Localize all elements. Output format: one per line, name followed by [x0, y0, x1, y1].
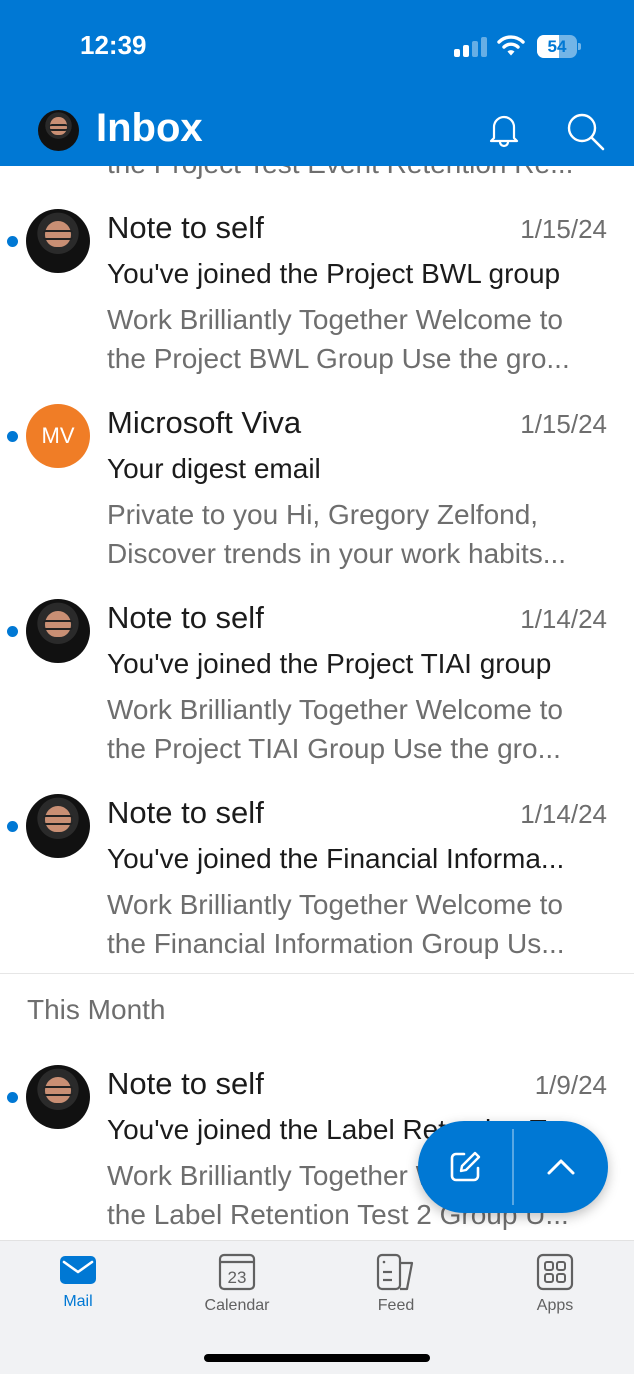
section-divider	[0, 973, 634, 974]
tab-apps[interactable]: Apps	[505, 1253, 605, 1315]
email-sender: Note to self	[107, 795, 264, 830]
battery-percent: 54	[547, 37, 567, 56]
unread-dot	[7, 236, 18, 247]
preview-line: Private to you Hi, Gregory Zelfond,	[107, 499, 539, 530]
sender-avatar	[26, 209, 90, 273]
email-item[interactable]: Note to self 1/15/24 You've joined the P…	[0, 166, 634, 374]
tab-label: Calendar	[204, 1297, 270, 1314]
unread-dot	[7, 821, 18, 832]
sender-avatar	[26, 599, 90, 663]
home-indicator[interactable]	[204, 1354, 430, 1362]
email-date: 1/9/24	[534, 1070, 607, 1100]
tab-label: Apps	[536, 1297, 574, 1314]
calendar-day: 23	[228, 1268, 247, 1287]
unread-dot	[7, 626, 18, 637]
email-item[interactable]: Note to self 1/14/24 You've joined the F…	[0, 751, 634, 959]
email-sender: Microsoft Viva	[107, 405, 302, 440]
compose-button[interactable]	[418, 1121, 512, 1213]
preview-line: the Financial Information Group Us...	[107, 928, 565, 959]
apps-icon	[536, 1253, 574, 1291]
profile-avatar[interactable]	[38, 110, 79, 151]
email-date: 1/14/24	[520, 604, 607, 634]
tab-feed[interactable]: Feed	[346, 1253, 446, 1315]
cellular-signal-icon	[454, 37, 488, 57]
tab-calendar[interactable]: 23 Calendar	[187, 1253, 287, 1315]
message-list[interactable]: the Project Test Event Retention Re... N…	[0, 166, 634, 1240]
search-icon[interactable]	[564, 110, 606, 152]
email-sender: Note to self	[107, 600, 264, 635]
email-sender: Note to self	[107, 210, 264, 245]
email-subject: You've joined the Project BWL group	[107, 258, 561, 289]
sender-avatar: MV	[26, 404, 90, 468]
tab-label: Feed	[377, 1297, 415, 1314]
battery-indicator: 54	[537, 35, 581, 58]
feed-icon	[376, 1253, 414, 1291]
mail-icon	[60, 1256, 96, 1284]
preview-line: Work Brilliantly Together Welcome to	[107, 694, 563, 725]
email-item[interactable]: MV Microsoft Viva 1/15/24 Your digest em…	[0, 361, 634, 569]
scroll-to-top-button[interactable]	[514, 1121, 608, 1213]
email-preview: Work Brilliantly Together Welcome to the…	[107, 885, 607, 963]
chevron-up-icon	[547, 1159, 575, 1175]
email-subject: You've joined the Financial Informa...	[107, 843, 565, 874]
email-sender: Note to self	[107, 1066, 264, 1101]
bell-icon[interactable]	[484, 110, 524, 150]
email-date: 1/15/24	[520, 409, 607, 439]
email-subject: You've joined the Project TIAI group	[107, 648, 552, 679]
status-time: 12:39	[80, 30, 147, 60]
tab-mail[interactable]: Mail	[28, 1253, 128, 1311]
sender-avatar	[26, 794, 90, 858]
email-item[interactable]: Note to self 1/14/24 You've joined the P…	[0, 556, 634, 764]
calendar-icon: 23	[218, 1253, 256, 1291]
email-subject: Your digest email	[107, 453, 321, 484]
preview-line: Work Brilliantly Together Welcome to	[107, 304, 563, 335]
tab-label: Mail	[63, 1293, 93, 1310]
unread-dot	[7, 431, 18, 442]
wifi-icon	[497, 35, 525, 56]
preview-line: Work Brilliantly Together Welcome to	[107, 889, 563, 920]
page-title: Inbox	[96, 106, 203, 150]
app-header: 12:39 54 Inbox	[0, 0, 634, 166]
floating-action-group	[418, 1121, 608, 1213]
sender-avatar	[26, 1065, 90, 1129]
email-date: 1/14/24	[520, 799, 607, 829]
compose-icon	[450, 1151, 481, 1182]
unread-dot	[7, 1092, 18, 1103]
email-date: 1/15/24	[520, 214, 607, 244]
bottom-tab-bar: Mail 23 Calendar Feed Apps	[0, 1240, 634, 1374]
